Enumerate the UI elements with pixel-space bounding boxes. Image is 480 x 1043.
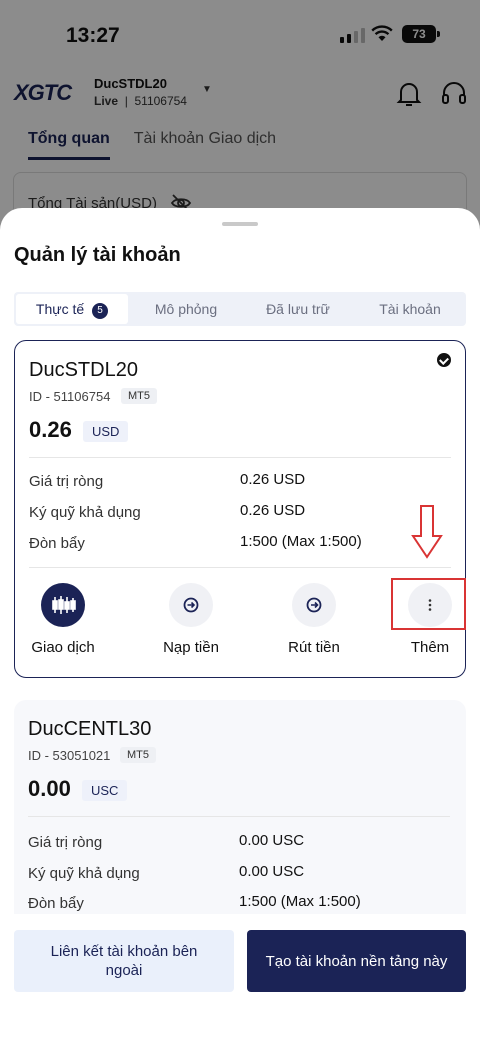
tab-real[interactable]: Thực tế 5 — [16, 294, 128, 324]
tab-demo[interactable]: Mô phỏng — [130, 292, 242, 326]
trade-button[interactable]: Giao dịch — [13, 583, 113, 656]
platform-chip: MT5 — [120, 747, 156, 763]
create-account-button[interactable]: Tạo tài khoản nền tảng này — [247, 930, 466, 992]
divider — [29, 567, 451, 568]
account-card-id: ID - 53051021 — [28, 748, 111, 763]
link-external-account-button[interactable]: Liên kết tài khoản bên ngoài — [14, 930, 234, 992]
account-card[interactable]: DucCENTL30 ID - 53051021 MT5 0.00 USC Gi… — [14, 700, 466, 930]
trade-icon — [41, 583, 85, 627]
free-margin-value: 0.26 USD — [240, 502, 306, 519]
leverage-label: Đòn bẩy — [29, 535, 85, 552]
leverage-label: Đòn bẩy — [28, 895, 84, 912]
free-margin-value: 0.00 USC — [239, 863, 305, 880]
free-margin-label: Ký quỹ khả dụng — [29, 504, 141, 521]
annotation-arrow-icon — [411, 505, 443, 559]
sheet-title: Quản lý tài khoản — [14, 244, 181, 266]
annotation-highlight-box — [391, 578, 466, 630]
deposit-label: Nạp tiền — [163, 639, 219, 656]
tab-accounts[interactable]: Tài khoản — [354, 292, 466, 326]
withdraw-icon — [292, 583, 336, 627]
account-balance: 0.26 — [29, 417, 72, 442]
account-balance: 0.00 — [28, 776, 71, 801]
trade-label: Giao dịch — [31, 639, 95, 656]
currency-chip: USC — [82, 780, 128, 801]
account-type-tabs: Thực tế 5 Mô phỏng Đã lưu trữ Tài khoản — [14, 292, 466, 326]
tab-archived[interactable]: Đã lưu trữ — [242, 292, 354, 326]
leverage-value: 1:500 (Max 1:500) — [240, 533, 362, 550]
more-label: Thêm — [410, 639, 450, 656]
net-value-label: Giá trị ròng — [29, 473, 104, 490]
account-card-id: ID - 51106754 — [29, 389, 111, 404]
net-value-label: Giá trị ròng — [28, 834, 103, 851]
check-circle-icon — [437, 353, 451, 367]
withdraw-button[interactable]: Rút tiền — [264, 583, 364, 656]
account-card-name: DucSTDL20 — [29, 359, 138, 381]
divider — [28, 816, 450, 817]
account-card-name: DucCENTL30 — [28, 718, 152, 740]
net-value: 0.00 USC — [239, 832, 305, 849]
deposit-icon — [169, 583, 213, 627]
sheet-grabber[interactable] — [222, 222, 258, 226]
currency-chip: USD — [83, 421, 129, 442]
count-badge: 5 — [92, 303, 109, 319]
tab-real-label: Thực tế — [35, 301, 85, 317]
platform-chip: MT5 — [121, 388, 157, 404]
free-margin-label: Ký quỹ khả dụng — [28, 865, 140, 882]
divider — [29, 457, 451, 458]
deposit-button[interactable]: Nạp tiền — [141, 583, 241, 656]
net-value: 0.26 USD — [240, 471, 306, 488]
leverage-value: 1:500 (Max 1:500) — [239, 893, 361, 910]
withdraw-label: Rút tiền — [288, 639, 340, 656]
